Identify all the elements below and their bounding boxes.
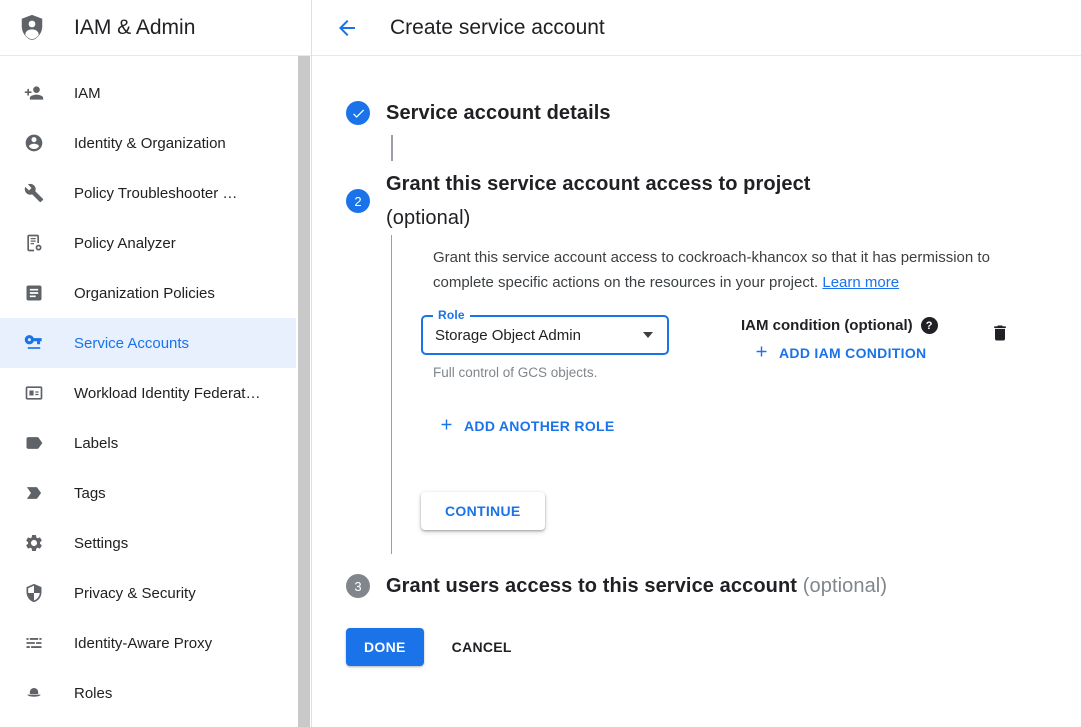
sidebar-item-label: Workload Identity Federat… [74, 385, 260, 402]
page-header: Create service account [312, 0, 1081, 56]
page-title: Create service account [390, 16, 605, 40]
step-2-number-badge: 2 [346, 189, 370, 213]
sidebar-item-label: Tags [74, 485, 106, 502]
step-1-header[interactable]: Service account details [346, 101, 1081, 125]
sidebar-item-label: IAM [74, 85, 101, 102]
step-1-title: Service account details [386, 102, 611, 125]
main-panel: Create service account Service account d… [312, 0, 1081, 727]
arrow-left-icon [335, 16, 359, 40]
description-text: Grant this service account access to coc… [433, 249, 990, 291]
person-add-icon [24, 83, 44, 103]
role-selected-value: Storage Object Admin [435, 327, 643, 344]
step-2-body: Grant this service account access to coc… [391, 235, 1081, 554]
sidebar-item-settings[interactable]: Settings [0, 518, 296, 568]
sidebar-item-iam[interactable]: IAM [0, 68, 296, 118]
form-actions: DONE CANCEL [346, 628, 1081, 666]
gear-icon [24, 533, 44, 553]
trash-icon [990, 331, 1010, 346]
role-dropdown[interactable]: Role Storage Object Admin [421, 315, 669, 355]
label-icon [24, 433, 44, 453]
step-3-header[interactable]: 3 Grant users access to this service acc… [346, 574, 1081, 598]
sidebar-item-label: Identity & Organization [74, 135, 226, 152]
sidebar-item-label: Identity-Aware Proxy [74, 635, 212, 652]
step-1-check-icon [346, 101, 370, 125]
sidebar-item-label: Privacy & Security [74, 585, 196, 602]
step-2-title-optional: (optional) [386, 201, 811, 235]
step-2-titles: Grant this service account access to pro… [386, 167, 811, 235]
step-3-title-optional: (optional) [803, 575, 887, 597]
sidebar-nav: IAM Identity & Organization Policy Troub… [0, 56, 311, 727]
plus-icon [753, 343, 779, 363]
sidebar-item-privacy-security[interactable]: Privacy & Security [0, 568, 296, 618]
add-another-role-wrap: ADD ANOTHER ROLE [438, 416, 1081, 438]
step-3-title: Grant users access to this service accou… [386, 575, 887, 598]
account-circle-icon [24, 133, 44, 153]
plus-icon [438, 416, 464, 436]
sidebar-item-workload-identity-federation[interactable]: Workload Identity Federat… [0, 368, 296, 418]
stepper-connector [391, 135, 393, 161]
step-3-title-text: Grant users access to this service accou… [386, 575, 797, 597]
app-window: IAM & Admin IAM Identity & Organization [0, 0, 1081, 727]
learn-more-link[interactable]: Learn more [822, 274, 899, 291]
sidebar-item-label: Service Accounts [74, 335, 189, 352]
add-another-role-label: ADD ANOTHER ROLE [464, 418, 615, 434]
role-row: Role Storage Object Admin Full control o… [421, 315, 1081, 380]
cancel-button[interactable]: CANCEL [452, 639, 512, 655]
sidebar-item-label: Roles [74, 685, 112, 702]
sidebar-item-labels[interactable]: Labels [0, 418, 296, 468]
sidebar-header: IAM & Admin [0, 0, 311, 56]
sidebar-item-organization-policies[interactable]: Organization Policies [0, 268, 296, 318]
sidebar-item-label: Policy Analyzer [74, 235, 176, 252]
sidebar-item-identity-organization[interactable]: Identity & Organization [0, 118, 296, 168]
step-2-header: 2 Grant this service account access to p… [346, 167, 1081, 235]
wrench-icon [24, 183, 44, 203]
add-iam-condition-button[interactable]: ADD IAM CONDITION [753, 343, 926, 363]
role-field-label: Role [433, 308, 470, 322]
sidebar-scrollbar[interactable] [298, 56, 310, 727]
proxy-rows-icon [24, 633, 44, 653]
tag-arrow-icon [24, 483, 44, 503]
sidebar-item-label: Policy Troubleshooter … [74, 185, 237, 202]
continue-button[interactable]: CONTINUE [421, 492, 545, 530]
article-icon [24, 283, 44, 303]
chevron-down-icon [643, 332, 653, 338]
role-helper-text: Full control of GCS objects. [433, 365, 669, 380]
sidebar-item-identity-aware-proxy[interactable]: Identity-Aware Proxy [0, 618, 296, 668]
help-icon[interactable]: ? [921, 317, 938, 334]
create-service-account-form: Service account details 2 Grant this ser… [312, 56, 1081, 666]
hat-icon [24, 683, 44, 703]
sidebar-item-label: Organization Policies [74, 285, 215, 302]
document-gear-icon [24, 233, 44, 253]
back-button[interactable] [335, 16, 359, 40]
card-icon [24, 383, 44, 403]
sidebar-item-policy-troubleshooter[interactable]: Policy Troubleshooter … [0, 168, 296, 218]
shield-person-icon [17, 12, 47, 44]
sidebar-item-service-accounts[interactable]: Service Accounts [0, 318, 296, 368]
sidebar-item-policy-analyzer[interactable]: Policy Analyzer [0, 218, 296, 268]
add-iam-condition-label: ADD IAM CONDITION [779, 345, 926, 361]
product-title: IAM & Admin [74, 16, 195, 40]
iam-condition-block: IAM condition (optional) ? ADD IAM CONDI… [741, 317, 938, 365]
step-2-description: Grant this service account access to coc… [433, 245, 1021, 295]
iam-condition-label-row: IAM condition (optional) ? [741, 317, 938, 334]
step-3-number-badge: 3 [346, 574, 370, 598]
sidebar: IAM & Admin IAM Identity & Organization [0, 0, 312, 727]
iam-condition-label: IAM condition (optional) [741, 317, 913, 334]
step-2-title: Grant this service account access to pro… [386, 167, 811, 201]
role-field-wrap: Role Storage Object Admin Full control o… [421, 315, 669, 380]
sidebar-item-label: Settings [74, 535, 128, 552]
add-another-role-button[interactable]: ADD ANOTHER ROLE [438, 416, 615, 436]
sidebar-item-label: Labels [74, 435, 118, 452]
shield-icon [24, 583, 44, 603]
sidebar-item-tags[interactable]: Tags [0, 468, 296, 518]
sidebar-item-roles[interactable]: Roles [0, 668, 296, 718]
done-button[interactable]: DONE [346, 628, 424, 666]
service-account-key-icon [24, 333, 44, 353]
delete-role-button[interactable] [990, 323, 1010, 346]
